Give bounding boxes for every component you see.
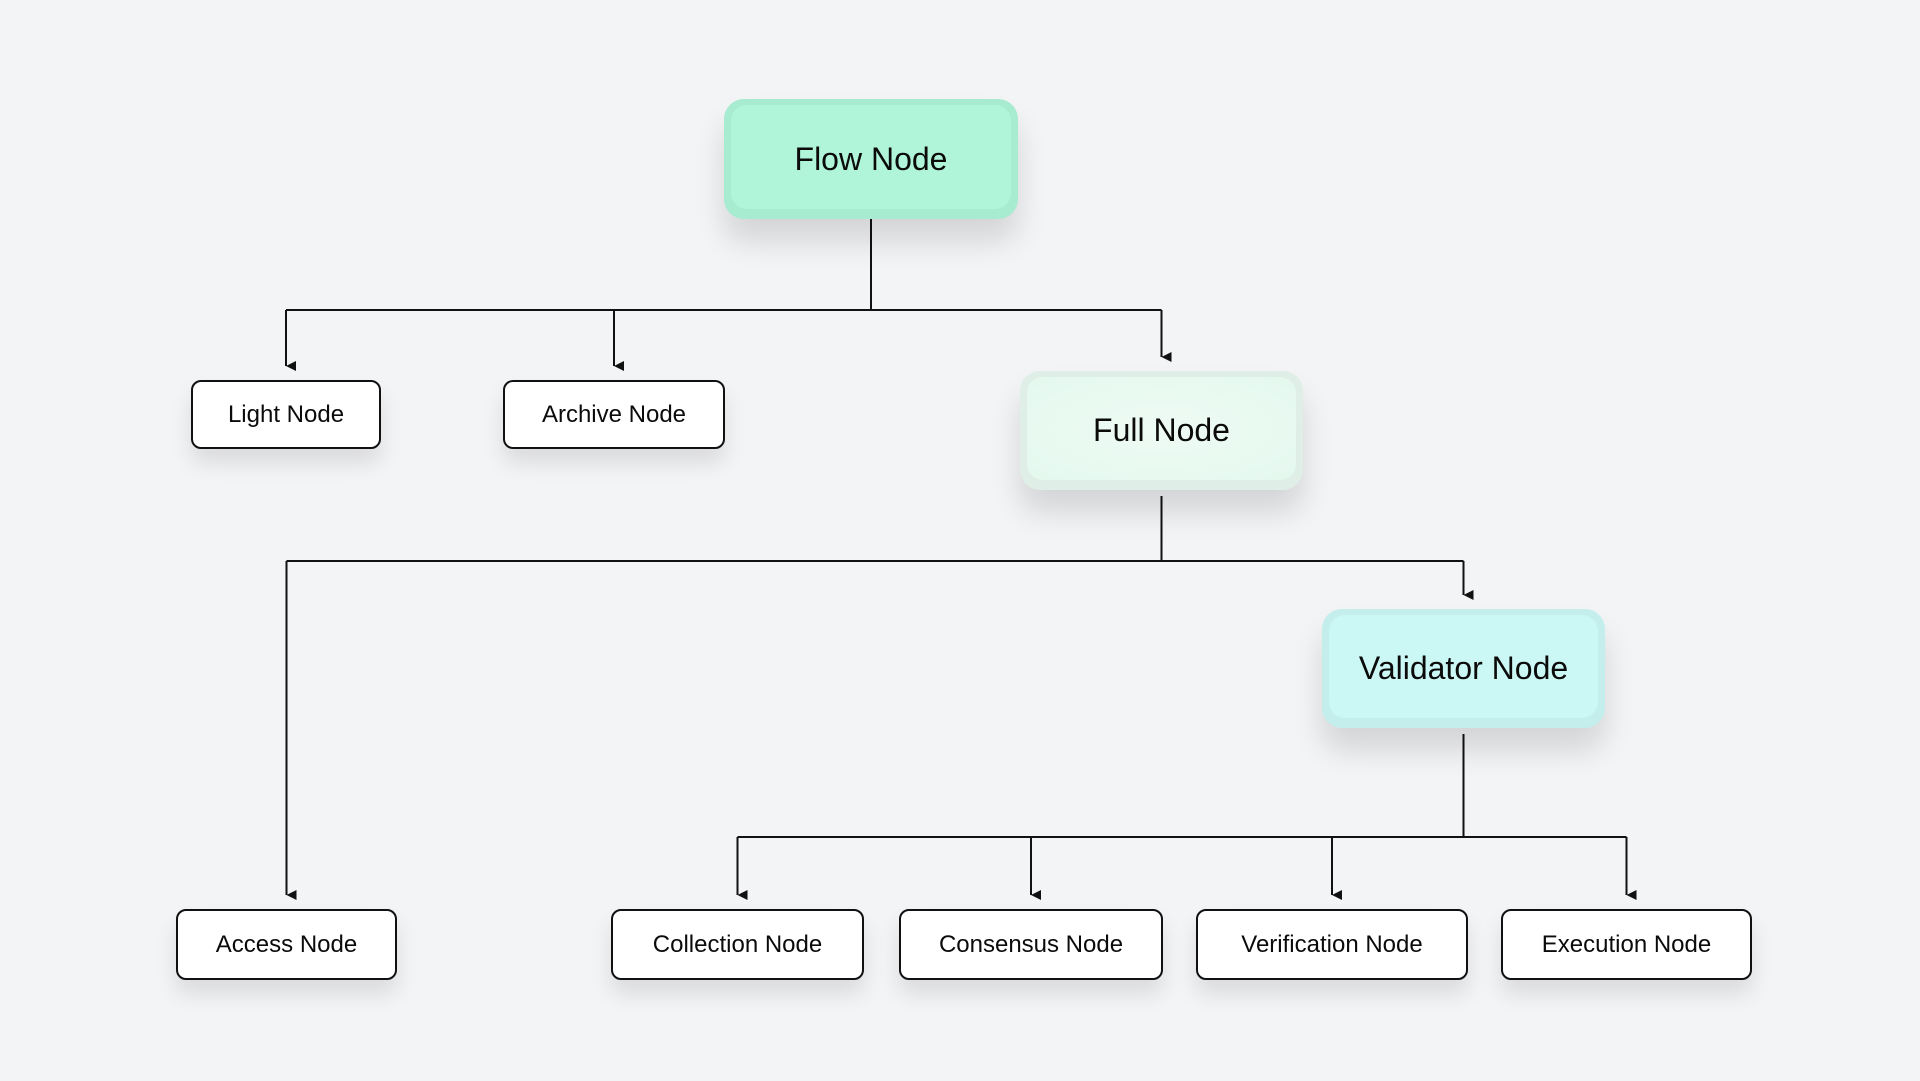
node-label: Flow Node xyxy=(794,140,948,177)
node-archive[interactable]: Archive Node xyxy=(503,380,725,449)
node-execution[interactable]: Execution Node xyxy=(1501,909,1752,980)
node-flow[interactable]: Flow Node xyxy=(724,99,1018,219)
node-label: Verification Node xyxy=(1241,930,1423,958)
node-label: Access Node xyxy=(215,930,358,958)
node-label: Collection Node xyxy=(652,930,823,958)
node-label: Consensus Node xyxy=(938,930,1124,958)
node-collection[interactable]: Collection Node xyxy=(611,909,864,980)
node-label: Light Node xyxy=(227,400,345,428)
node-label: Validator Node xyxy=(1358,650,1569,686)
node-full[interactable]: Full Node xyxy=(1020,371,1303,490)
node-consensus[interactable]: Consensus Node xyxy=(899,909,1163,980)
node-light[interactable]: Light Node xyxy=(191,380,381,449)
node-validator[interactable]: Validator Node xyxy=(1322,609,1605,728)
node-label: Execution Node xyxy=(1541,930,1712,958)
node-label: Archive Node xyxy=(541,400,687,428)
node-verification[interactable]: Verification Node xyxy=(1196,909,1468,980)
node-access[interactable]: Access Node xyxy=(176,909,397,980)
node-label: Full Node xyxy=(1093,412,1230,448)
